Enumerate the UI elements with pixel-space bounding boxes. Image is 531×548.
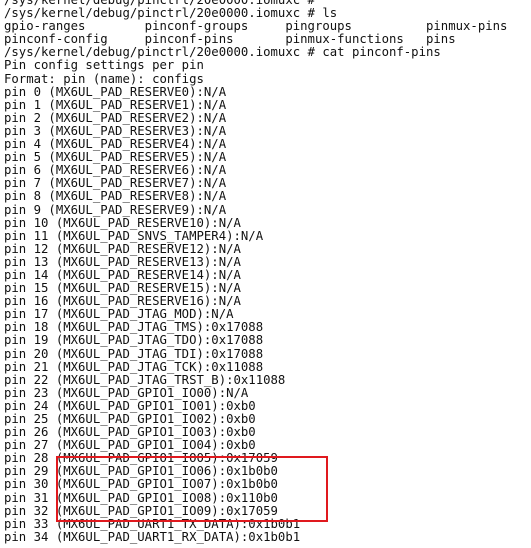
terminal-line: pin 30 (MX6UL_PAD_GPIO1_IO07):0x1b0b0 [4, 477, 278, 492]
terminal-line: pin 21 (MX6UL_PAD_JTAG_TCK):0x11088 [4, 359, 264, 374]
terminal-line: pin 8 (MX6UL_PAD_RESERVE8):N/A [4, 189, 227, 204]
terminal-window[interactable]: /sys/kernel/debug/pinctrl/20e0000.iomuxc… [0, 0, 531, 548]
terminal-line: pin 13 (MX6UL_PAD_RESERVE13):N/A [4, 254, 241, 269]
terminal-line: pin 10 (MX6UL_PAD_RESERVE10):N/A [4, 215, 241, 230]
terminal-line: pin 32 (MX6UL_PAD_GPIO1_IO09):0x17059 [4, 503, 278, 518]
terminal-line: pin 1 (MX6UL_PAD_RESERVE1):N/A [4, 97, 227, 112]
terminal-line: pin 34 (MX6UL_PAD_UART1_RX_DATA):0x1b0b1 [4, 529, 301, 544]
terminal-line: pin 11 (MX6UL_PAD_SNVS_TAMPER4):N/A [4, 228, 264, 243]
terminal-line: pin 20 (MX6UL_PAD_JTAG_TDI):0x17088 [4, 346, 264, 361]
terminal-line: pin 19 (MX6UL_PAD_JTAG_TDO):0x17088 [4, 333, 264, 348]
terminal-line: pin 12 (MX6UL_PAD_RESERVE12):N/A [4, 241, 241, 256]
terminal-line: Format: pin (name): configs [4, 71, 204, 86]
terminal-line: pin 33 (MX6UL_PAD_UART1_TX_DATA):0x1b0b1 [4, 516, 301, 531]
terminal-line: pin 9 (MX6UL_PAD_RESERVE9):N/A [4, 202, 227, 217]
terminal-line: pin 2 (MX6UL_PAD_RESERVE2):N/A [4, 110, 227, 125]
terminal-line: pin 23 (MX6UL_PAD_GPIO1_IO00):N/A [4, 385, 249, 400]
terminal-line: pin 22 (MX6UL_PAD_JTAG_TRST_B):0x11088 [4, 372, 286, 387]
terminal-line: pin 0 (MX6UL_PAD_RESERVE0):N/A [4, 84, 227, 99]
terminal-output: /sys/kernel/debug/pinctrl/20e0000.iomuxc… [4, 0, 507, 544]
terminal-line: pin 31 (MX6UL_PAD_GPIO1_IO08):0x110b0 [4, 490, 278, 505]
terminal-line: Pin config settings per pin [4, 58, 204, 73]
